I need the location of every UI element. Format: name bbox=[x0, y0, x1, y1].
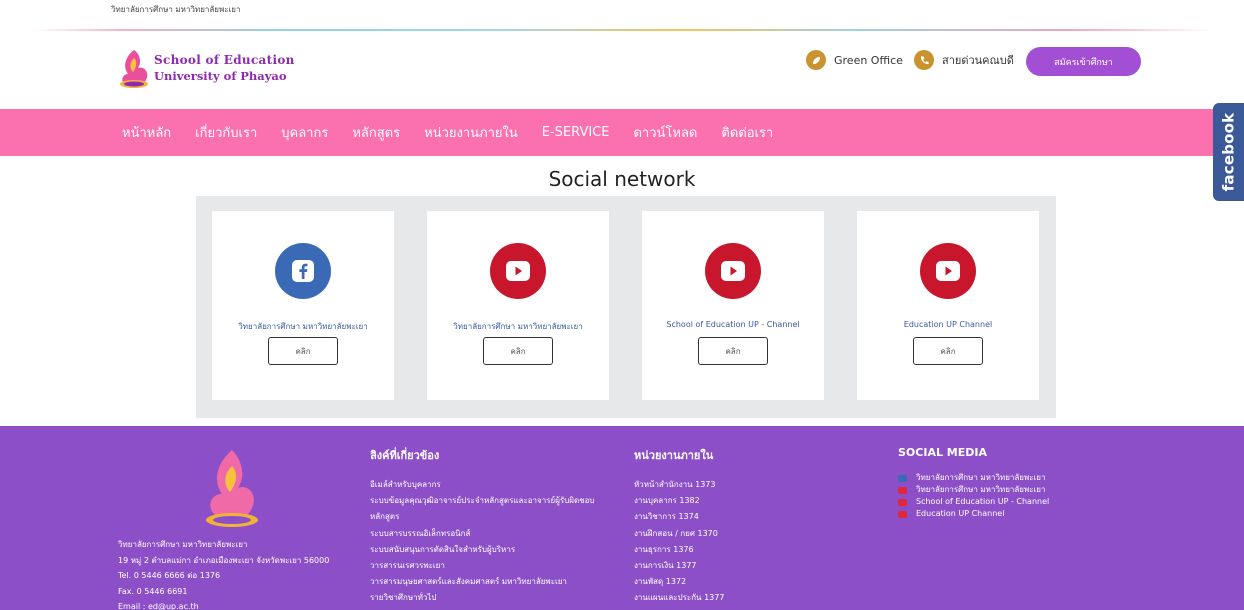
youtube-icon[interactable] bbox=[490, 243, 546, 299]
footer-address-line: Tel. 0 5446 6666 ต่อ 1376 bbox=[118, 571, 221, 580]
phone-icon bbox=[914, 50, 934, 70]
social-card-youtube-3: Education UP Channel คลิก bbox=[857, 211, 1039, 400]
facebook-icon[interactable] bbox=[275, 243, 331, 299]
footer-link[interactable]: วารสารมนุษยศาสตร์และสังคมศาสตร์ มหาวิทยา… bbox=[370, 574, 594, 590]
footer-social-label: School of Education UP - Channel bbox=[916, 497, 1050, 506]
logo-emblem-icon bbox=[116, 44, 152, 92]
footer-social-label: วิทยาลัยการศึกษา มหาวิทยาลัยพะเยา bbox=[916, 473, 1046, 482]
youtube-icon bbox=[898, 510, 907, 518]
dean-hotline-label: สายด่วนคณบดี bbox=[942, 54, 1014, 67]
nav-item-curriculum[interactable]: หลักสูตร bbox=[352, 122, 400, 143]
social-card-label[interactable]: วิทยาลัยการศึกษา มหาวิทยาลัยพะเยา bbox=[427, 320, 609, 333]
footer-social-link[interactable]: วิทยาลัยการศึกษา มหาวิทยาลัยพะเยา bbox=[898, 484, 1049, 496]
nav-item-about[interactable]: เกี่ยวกับเรา bbox=[195, 122, 257, 143]
footer-link[interactable]: วารสารนเรศวรพะเยา bbox=[370, 558, 594, 574]
social-media-heading: SOCIAL MEDIA bbox=[898, 446, 987, 459]
footer-link[interactable]: ระบบข้อมูลคุณวุฒิอาจารย์ประจำหลักสูตรและ… bbox=[370, 493, 594, 509]
footer-unit-item: งานฝึกสอน / กยศ 1370 bbox=[634, 528, 718, 538]
footer-unit-item: งานวิชาการ 1374 bbox=[634, 512, 699, 522]
footer-social-link[interactable]: วิทยาลัยการศึกษา มหาวิทยาลัยพะเยา bbox=[898, 472, 1049, 484]
nav-item-download[interactable]: ดาวน์โหลด bbox=[633, 122, 697, 143]
footer-social-label: Education UP Channel bbox=[916, 509, 1005, 518]
social-card-label[interactable]: วิทยาลัยการศึกษา มหาวิทยาลัยพะเยา bbox=[212, 320, 394, 333]
social-card-label[interactable]: Education UP Channel bbox=[857, 320, 1039, 329]
footer-unit-item: งานแผนและประกัน 1377 bbox=[634, 593, 725, 603]
footer-address-line[interactable]: Email : ed@up.ac.th bbox=[118, 599, 329, 610]
green-office-link[interactable]: Green Office bbox=[806, 50, 903, 70]
top-bar: วิทยาลัยการศึกษา มหาวิทยาลัยพะเยา bbox=[0, 0, 1244, 31]
site-logo[interactable]: School of Education University of Phayao bbox=[116, 44, 296, 92]
footer-address-line: 19 หมู่ 2 ตำบลแม่กา อำเภอเมืองพะเยา จังห… bbox=[118, 555, 330, 565]
social-card-youtube-2: School of Education UP - Channel คลิก bbox=[642, 211, 824, 400]
click-button[interactable]: คลิก bbox=[268, 337, 338, 365]
click-button[interactable]: คลิก bbox=[698, 337, 768, 365]
facebook-icon bbox=[898, 474, 907, 482]
social-network-panel: วิทยาลัยการศึกษา มหาวิทยาลัยพะเยา คลิก ว… bbox=[196, 196, 1056, 418]
footer-social-label: วิทยาลัยการศึกษา มหาวิทยาลัยพะเยา bbox=[916, 485, 1046, 494]
nav-item-e-service[interactable]: E-SERVICE bbox=[542, 125, 610, 140]
main-nav: หน้าหลัก เกี่ยวกับเรา บุคลากร หลักสูตร ห… bbox=[0, 109, 1244, 156]
header: School of Education University of Phayao… bbox=[0, 30, 1244, 109]
footer-link[interactable]: ระบบสนับสนุนการตัดสินใจสำหรับผู้บริหาร bbox=[370, 542, 594, 558]
click-button[interactable]: คลิก bbox=[913, 337, 983, 365]
footer-internal-units: หน่วยงานภายใน หัวหน้าสำนักงาน 1373 งานบุ… bbox=[634, 446, 724, 607]
footer-social-link[interactable]: School of Education UP - Channel bbox=[898, 496, 1049, 508]
footer-address: วิทยาลัยการศึกษา มหาวิทยาลัยพะเยา 19 หมู… bbox=[118, 537, 329, 610]
logo-title: School of Education bbox=[154, 53, 295, 67]
footer-link[interactable]: รายวิชาศึกษาทั่วไป bbox=[370, 590, 594, 606]
footer-unit-item: งานพัสดุ 1372 bbox=[634, 577, 687, 587]
leaf-icon bbox=[806, 50, 826, 70]
click-button[interactable]: คลิก bbox=[483, 337, 553, 365]
footer-link[interactable]: ระบบสารบรรณอิเล็กทรอนิกส์ bbox=[370, 526, 594, 542]
nav-item-staff[interactable]: บุคลากร bbox=[281, 122, 328, 143]
footer-address-line: Fax. 0 5446 6691 bbox=[118, 586, 188, 596]
footer-related-links: ลิงค์ที่เกี่ยวข้อง อีเมล์สำหรับบุคลากร ร… bbox=[370, 446, 594, 607]
social-card-label[interactable]: School of Education UP - Channel bbox=[642, 320, 824, 329]
dean-hotline-link[interactable]: สายด่วนคณบดี bbox=[914, 50, 1014, 70]
internal-units-heading: หน่วยงานภายใน bbox=[634, 449, 714, 462]
nav-item-contact[interactable]: ติดต่อเรา bbox=[721, 122, 773, 143]
social-card-facebook: วิทยาลัยการศึกษา มหาวิทยาลัยพะเยา คลิก bbox=[212, 211, 394, 400]
footer-unit-item: หัวหน้าสำนักงาน 1373 bbox=[634, 480, 716, 489]
youtube-icon bbox=[898, 486, 907, 494]
social-card-youtube-1: วิทยาลัยการศึกษา มหาวิทยาลัยพะเยา คลิก bbox=[427, 211, 609, 400]
site-title-small: วิทยาลัยการศึกษา มหาวิทยาลัยพะเยา bbox=[111, 5, 241, 14]
nav-item-internal-units[interactable]: หน่วยงานภายใน bbox=[424, 122, 518, 143]
footer-unit-item: งานการเงิน 1377 bbox=[634, 561, 697, 571]
footer-link[interactable]: อีเมล์สำหรับบุคลากร bbox=[370, 477, 594, 493]
footer-social-media: SOCIAL MEDIA วิทยาลัยการศึกษา มหาวิทยาลั… bbox=[898, 446, 1049, 520]
footer-unit-item: งานธุรการ 1376 bbox=[634, 544, 694, 554]
youtube-icon[interactable] bbox=[705, 243, 761, 299]
youtube-icon bbox=[898, 498, 907, 506]
footer-unit-item: งานบุคลากร 1382 bbox=[634, 496, 700, 506]
footer-social-link[interactable]: Education UP Channel bbox=[898, 508, 1049, 520]
youtube-icon[interactable] bbox=[920, 243, 976, 299]
logo-subtitle: University of Phayao bbox=[154, 69, 287, 83]
footer-logo-emblem-icon bbox=[196, 444, 268, 532]
social-network-title: Social network bbox=[548, 167, 696, 191]
footer: วิทยาลัยการศึกษา มหาวิทยาลัยพะเยา 19 หมู… bbox=[0, 426, 1244, 610]
footer-link[interactable]: หลักสูตร bbox=[370, 509, 594, 525]
apply-button[interactable]: สมัครเข้าศึกษา bbox=[1026, 47, 1141, 76]
related-links-heading: ลิงค์ที่เกี่ยวข้อง bbox=[370, 449, 440, 462]
footer-address-line: วิทยาลัยการศึกษา มหาวิทยาลัยพะเยา bbox=[118, 540, 248, 549]
nav-item-home[interactable]: หน้าหลัก bbox=[122, 122, 171, 143]
green-office-label: Green Office bbox=[834, 53, 903, 67]
